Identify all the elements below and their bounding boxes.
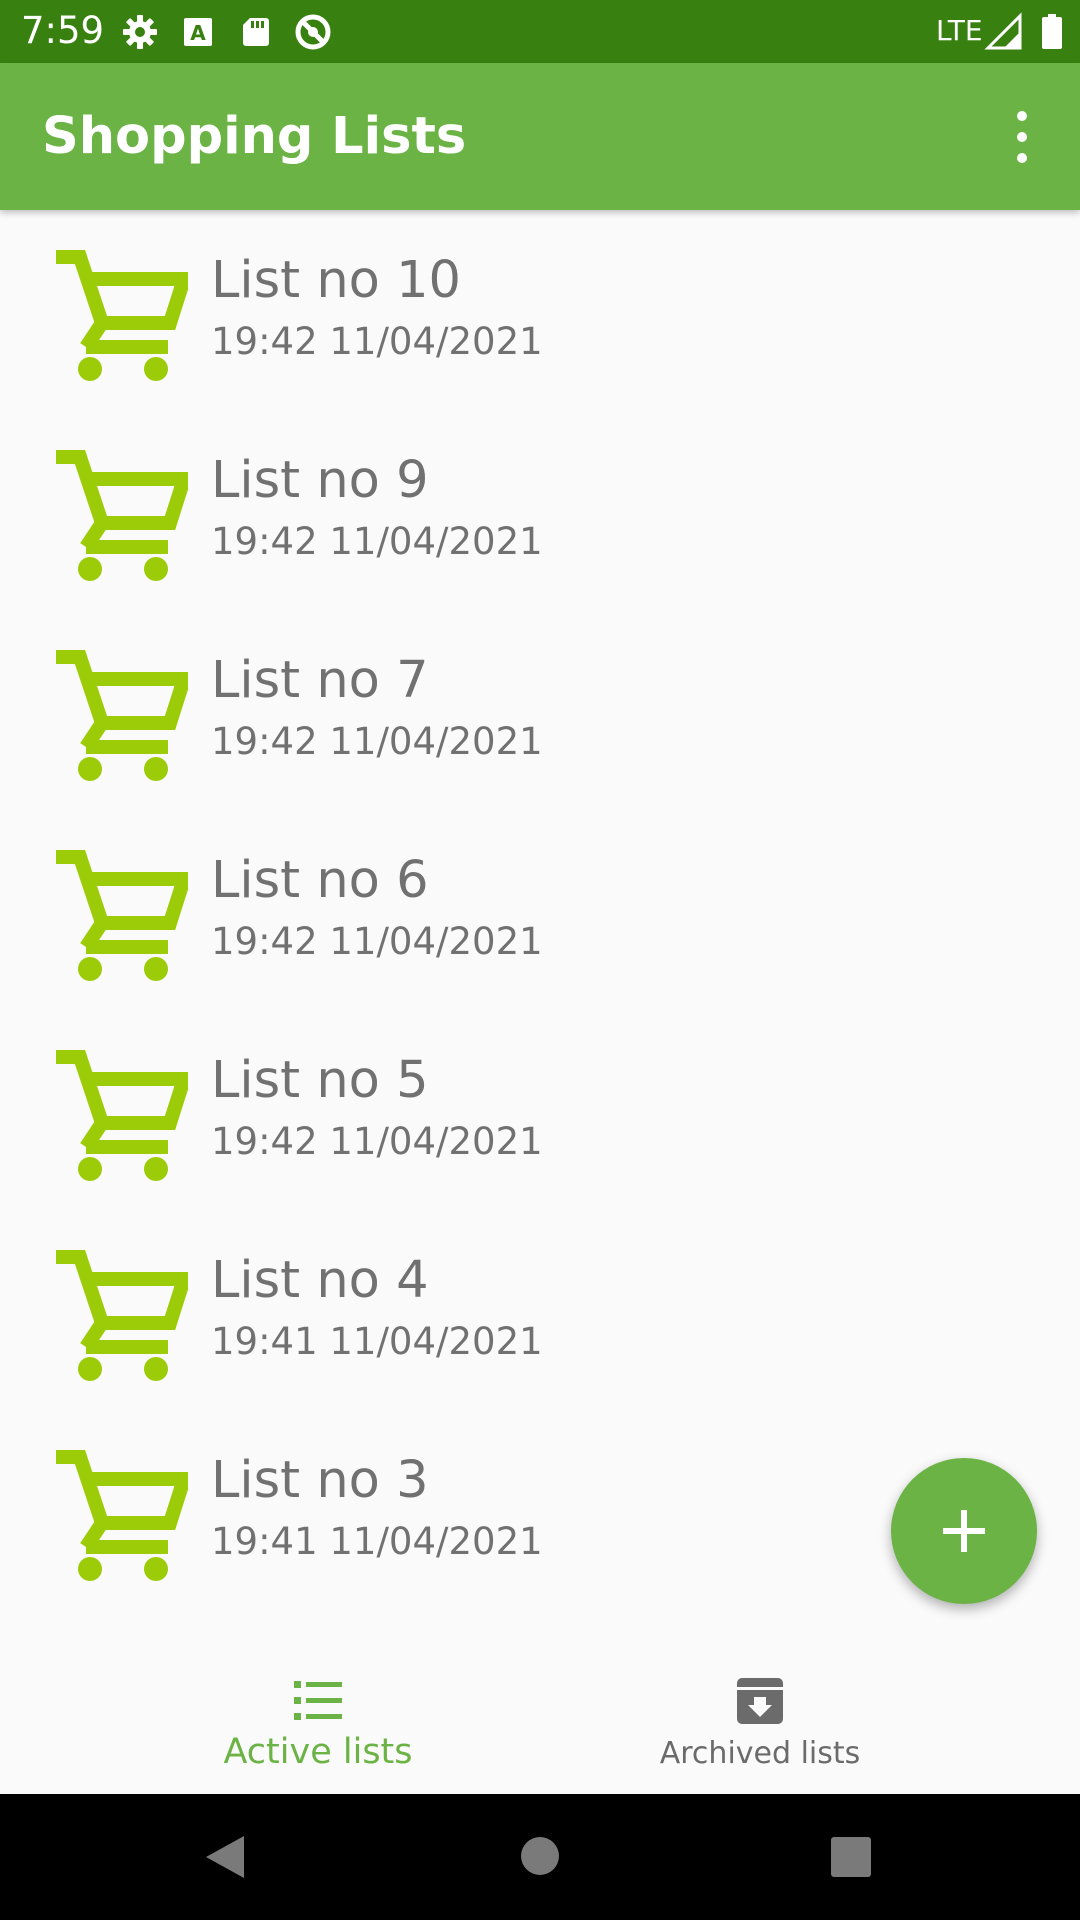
list-name: List no 3: [211, 1451, 429, 1510]
cart-icon: [50, 1043, 188, 1181]
list-item[interactable]: List no 7 19:42 11/04/2021: [0, 610, 1080, 810]
list-item[interactable]: List no 10 19:42 11/04/2021: [0, 210, 1080, 410]
list-date: 19:42 11/04/2021: [211, 320, 543, 363]
recents-icon[interactable]: [831, 1837, 871, 1877]
tab-archived-lists[interactable]: Archived lists: [490, 1645, 1030, 1794]
add-list-button[interactable]: [891, 1458, 1037, 1604]
list-icon: [294, 1681, 342, 1720]
status-time: 7:59: [21, 9, 105, 52]
svg-text:A: A: [190, 21, 206, 45]
sd-card-icon: [243, 18, 269, 46]
list-date: 19:42 11/04/2021: [211, 920, 543, 963]
list-item[interactable]: List no 4 19:41 11/04/2021: [0, 1210, 1080, 1410]
more-vert-icon: [1017, 111, 1027, 121]
font-icon: A: [184, 18, 212, 46]
back-icon[interactable]: [204, 1834, 246, 1880]
system-navigation-bar: [0, 1794, 1080, 1920]
cart-icon: [50, 843, 188, 981]
list-name: List no 9: [211, 451, 429, 510]
list-date: 19:42 11/04/2021: [211, 720, 543, 763]
list-item[interactable]: List no 9 19:42 11/04/2021: [0, 410, 1080, 610]
cart-icon: [50, 443, 188, 581]
archive-icon: [737, 1678, 783, 1724]
network-type: LTE: [936, 14, 983, 47]
settings-icon: [123, 15, 157, 49]
location-off-icon: [295, 14, 331, 50]
battery-icon: [1042, 14, 1062, 49]
signal-icon: [984, 12, 1022, 50]
list-date: 19:42 11/04/2021: [211, 520, 543, 563]
cart-icon: [50, 243, 188, 381]
app-bar: Shopping Lists: [0, 63, 1080, 210]
bottom-navigation: Active lists Archived lists: [0, 1645, 1080, 1794]
list-date: 19:41 11/04/2021: [211, 1520, 543, 1563]
add-icon: [943, 1510, 985, 1552]
home-icon[interactable]: [520, 1836, 560, 1876]
shopping-list: List no 10 19:42 11/04/2021 List no 9 19…: [0, 210, 1080, 1645]
page-title: Shopping Lists: [42, 107, 467, 166]
cart-icon: [50, 1243, 188, 1381]
list-name: List no 7: [211, 651, 429, 710]
list-date: 19:41 11/04/2021: [211, 1320, 543, 1363]
list-name: List no 4: [211, 1251, 429, 1310]
list-name: List no 10: [211, 251, 461, 310]
list-name: List no 5: [211, 1051, 429, 1110]
status-bar: 7:59 A LTE: [0, 0, 1080, 63]
list-item[interactable]: [0, 1610, 1080, 1645]
list-date: 19:42 11/04/2021: [211, 1120, 543, 1163]
tab-label: Archived lists: [659, 1736, 861, 1771]
list-item[interactable]: List no 5 19:42 11/04/2021: [0, 1010, 1080, 1210]
list-item[interactable]: List no 6 19:42 11/04/2021: [0, 810, 1080, 1010]
more-options-button[interactable]: [1000, 109, 1044, 165]
list-name: List no 6: [211, 851, 429, 910]
screen: 7:59 A LTE Shopping Lists List no 10 19:…: [0, 0, 1080, 1920]
cart-icon: [50, 1443, 188, 1581]
cart-icon: [50, 643, 188, 781]
